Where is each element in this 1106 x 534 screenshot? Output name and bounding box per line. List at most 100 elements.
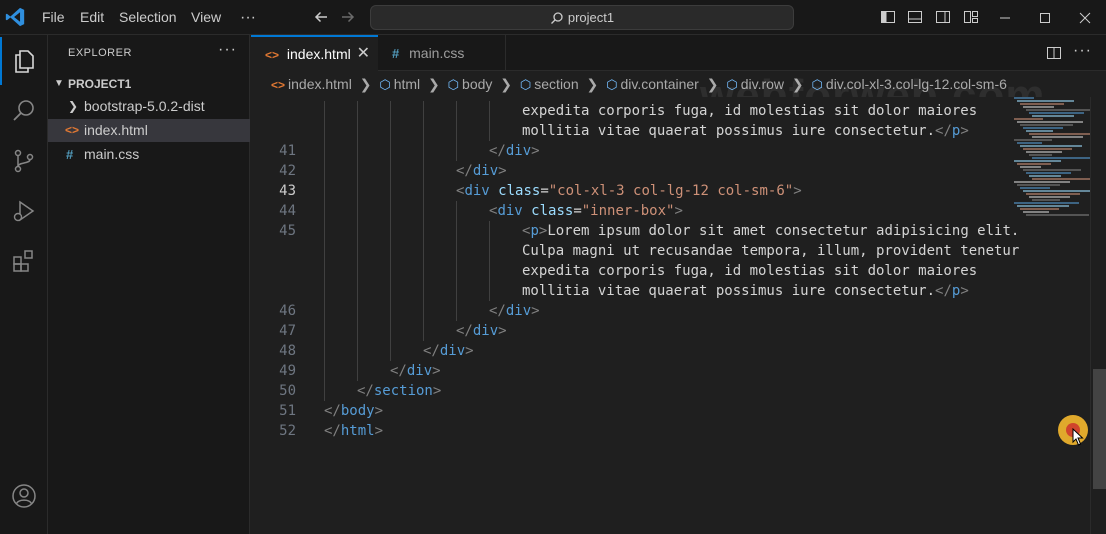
minimap-line [1014,181,1070,183]
code-content: </html> [324,423,384,439]
minimap-line [1017,163,1051,165]
arrow-left-icon[interactable] [311,7,331,27]
activity-run-debug[interactable] [0,187,48,235]
minimize-button[interactable] [985,0,1025,35]
breadcrumb-item[interactable]: html [394,76,420,92]
minimap-line [1026,193,1080,195]
breadcrumb-item[interactable]: div.col-xl-3.col-lg-12.col-sm-6 [826,76,1007,92]
minimap[interactable] [1014,97,1101,217]
toggle-secondary-sidebar-icon[interactable] [935,9,951,25]
css-file-icon: # [392,46,400,61]
code-line[interactable]: 46 </div> [251,301,1091,321]
menu-view[interactable]: View [191,0,221,35]
code-line[interactable]: 47 </div> [251,321,1091,341]
minimap-line [1029,133,1093,135]
project-folder-header[interactable]: ▼ PROJECT1 [48,73,250,95]
indent-guide [324,221,325,241]
toggle-panel-icon[interactable] [907,9,923,25]
code-content: expedita corporis fuga, id molestias sit… [522,263,978,279]
code-line[interactable]: expedita corporis fuga, id molestias sit… [251,261,1091,281]
minimap-line [1014,118,1043,120]
minimap-line [1026,172,1071,174]
minimap-line [1032,136,1083,138]
chevron-right-icon: ❯ [500,76,513,92]
code-line[interactable]: 43 <div class="col-xl-3 col-lg-12 col-sm-… [251,181,1091,201]
indent-guide [390,281,391,301]
explorer-more-button[interactable]: ··· [218,41,237,59]
code-content: </body> [324,403,384,419]
breadcrumb-item[interactable]: div.row [741,76,784,92]
command-center-search[interactable]: project1 [370,5,794,30]
close-window-button[interactable] [1065,0,1105,35]
menu-more[interactable]: ··· [240,0,256,35]
activity-accounts[interactable] [0,472,48,520]
menu-file[interactable]: File [42,0,65,35]
mouse-cursor-icon [1072,428,1084,446]
tab-index-html[interactable]: <> index.html ✕ [251,35,378,71]
indent-guide [423,301,424,321]
indent-guide [324,301,325,321]
tree-item-bootstrap-folder[interactable]: ❯ bootstrap-5.0.2-dist [48,95,250,118]
customize-layout-icon[interactable] [963,9,979,25]
minimap-line [1023,148,1072,150]
code-line[interactable]: 51 </body> [251,401,1091,421]
code-line[interactable]: 42 </div> [251,161,1091,181]
editor-more-actions-icon[interactable]: ··· [1073,42,1092,60]
code-line[interactable]: mollitia vitae quaerat possimus iure con… [251,121,1091,141]
indent-guide [489,281,490,301]
tab-main-css[interactable]: # main.css [378,35,506,71]
split-editor-icon[interactable] [1046,45,1062,61]
activity-explorer[interactable] [0,37,48,85]
minimap-line [1020,166,1041,168]
activity-extensions[interactable] [0,237,48,285]
indent-guide [390,201,391,221]
breadcrumb-item[interactable]: body [462,76,492,92]
code-line[interactable]: 50 </section> [251,381,1091,401]
code-line[interactable]: 49 </div> [251,361,1091,381]
minimap-line [1017,184,1060,186]
code-line[interactable]: Culpa magni ut recusandae tempora, illum… [251,241,1091,261]
close-tab-icon[interactable]: ✕ [357,37,370,71]
code-line[interactable]: 48 </div> [251,341,1091,361]
menu-edit[interactable]: Edit [80,0,104,35]
indent-guide [324,201,325,221]
code-line[interactable]: 41 </div> [251,141,1091,161]
minimap-line [1023,190,1090,192]
scrollbar-thumb[interactable] [1093,369,1106,489]
breadcrumb-item[interactable]: div.container [621,76,699,92]
code-editor[interactable]: expedita corporis fuga, id molestias sit… [251,97,1106,534]
code-content: </div> [489,143,540,159]
indent-guide [456,121,457,141]
code-line[interactable]: 45 <p>Lorem ipsum dolor sit amet consecte… [251,221,1091,241]
code-line[interactable]: mollitia vitae quaerat possimus iure con… [251,281,1091,301]
indent-guide [324,321,325,341]
code-content: </div> [456,163,507,179]
code-content: expedita corporis fuga, id molestias sit… [522,103,978,119]
indent-guide [357,121,358,141]
minimap-line [1032,199,1060,201]
indent-guide [489,121,490,141]
tree-item-index-html[interactable]: <> index.html [48,119,250,142]
activity-search[interactable] [0,87,48,135]
indent-guide [390,321,391,341]
chevron-right-icon: ❯ [586,76,599,92]
code-line[interactable]: expedita corporis fuga, id molestias sit… [251,101,1091,121]
tree-item-label: index.html [84,122,148,138]
toggle-primary-sidebar-icon[interactable] [880,9,896,25]
line-number: 50 [279,383,296,399]
indent-guide [357,101,358,121]
maximize-button[interactable] [1025,0,1065,35]
breadcrumb-item[interactable]: index.html [288,76,352,92]
indent-guide [324,121,325,141]
indent-guide [390,161,391,181]
code-line[interactable]: 52 </html> [251,421,1091,441]
tree-item-main-css[interactable]: # main.css [48,143,250,166]
menu-selection[interactable]: Selection [119,0,177,35]
activity-source-control[interactable] [0,137,48,185]
code-line[interactable]: 44 <div class="inner-box"> [251,201,1091,221]
indent-guide [423,261,424,281]
indent-guide [357,321,358,341]
editor-scrollbar[interactable] [1090,97,1106,534]
arrow-right-icon[interactable] [338,7,358,27]
breadcrumb-item[interactable]: section [534,76,578,92]
